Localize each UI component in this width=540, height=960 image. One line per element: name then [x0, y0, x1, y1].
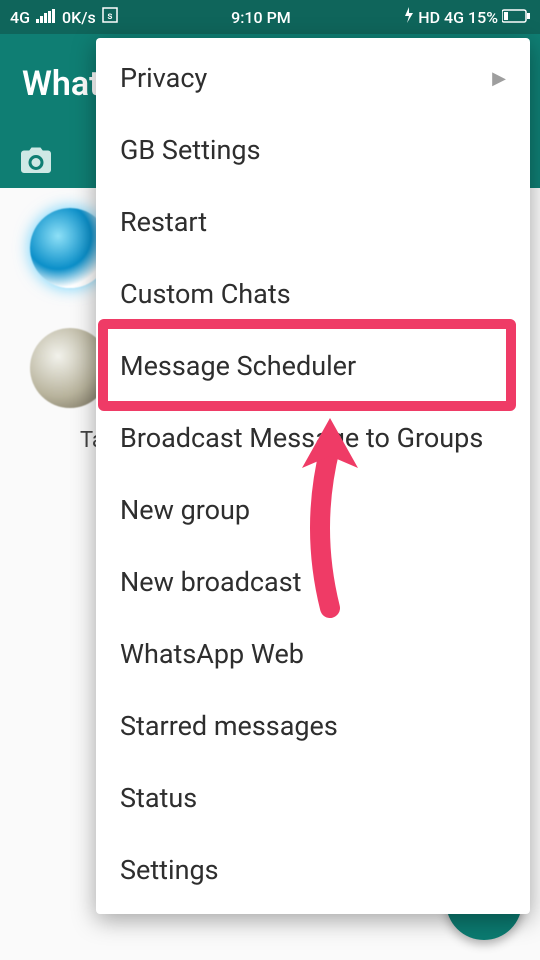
menu-item-label: Starred messages: [120, 710, 338, 742]
clock: 9:10 PM: [231, 8, 291, 27]
net-right-label: 4G: [444, 8, 464, 27]
sim-icon: s: [102, 7, 118, 27]
status-bar-left: 4G 0K/s s: [10, 7, 118, 27]
hd-label: HD: [418, 8, 440, 27]
signal-icon: [36, 8, 56, 27]
menu-item-message-scheduler[interactable]: Message Scheduler: [96, 330, 530, 402]
status-bar: 4G 0K/s s 9:10 PM HD 4G 15%: [0, 0, 540, 34]
network-type-label: 4G: [10, 8, 30, 27]
camera-icon[interactable]: [18, 143, 54, 179]
menu-item-label: Restart: [120, 206, 207, 238]
status-bar-right: HD 4G 15%: [404, 7, 530, 27]
menu-item-label: Status: [120, 782, 197, 814]
menu-item-settings[interactable]: Settings: [96, 834, 530, 906]
menu-item-whatsapp-web[interactable]: WhatsApp Web: [96, 618, 530, 690]
menu-item-starred-messages[interactable]: Starred messages: [96, 690, 530, 762]
menu-item-label: Broadcast Message to Groups: [120, 422, 483, 454]
battery-icon: [502, 8, 530, 27]
menu-item-gb-settings[interactable]: GB Settings: [96, 114, 530, 186]
net-speed-label: 0K/s: [62, 8, 96, 27]
menu-item-label: New broadcast: [120, 566, 302, 598]
svg-text:s: s: [107, 11, 112, 22]
menu-item-new-broadcast[interactable]: New broadcast: [96, 546, 530, 618]
menu-item-label: Custom Chats: [120, 278, 291, 310]
battery-label: 15%: [468, 8, 498, 27]
menu-item-label: GB Settings: [120, 134, 261, 166]
menu-item-restart[interactable]: Restart: [96, 186, 530, 258]
charging-icon: [404, 7, 414, 27]
menu-item-label: New group: [120, 494, 250, 526]
menu-item-label: Message Scheduler: [120, 350, 356, 382]
menu-item-status[interactable]: Status: [96, 762, 530, 834]
overflow-menu: Privacy ▶ GB Settings Restart Custom Cha…: [96, 38, 530, 914]
menu-item-label: Settings: [120, 854, 219, 886]
chevron-right-icon: ▶: [492, 68, 506, 89]
menu-item-label: WhatsApp Web: [120, 638, 304, 670]
menu-item-custom-chats[interactable]: Custom Chats: [96, 258, 530, 330]
menu-item-new-group[interactable]: New group: [96, 474, 530, 546]
menu-item-label: Privacy: [120, 62, 207, 94]
menu-item-privacy[interactable]: Privacy ▶: [96, 42, 530, 114]
menu-item-broadcast-to-groups[interactable]: Broadcast Message to Groups: [96, 402, 530, 474]
